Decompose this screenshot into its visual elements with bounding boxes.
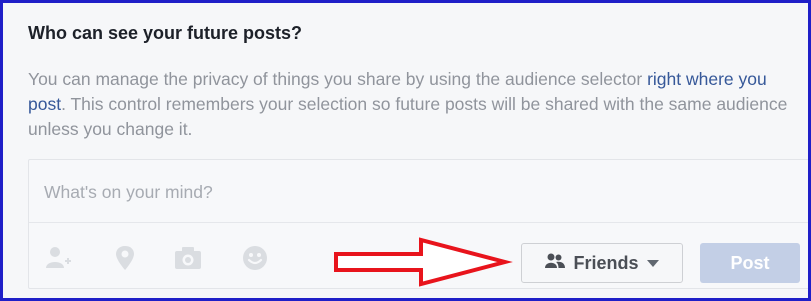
annotation-arrow-icon: [334, 237, 513, 287]
audience-selector-button[interactable]: Friends: [521, 243, 683, 283]
chevron-down-icon: [646, 259, 659, 267]
description-text-1: You can manage the privacy of things you…: [28, 69, 648, 89]
tag-friends-icon[interactable]: [43, 242, 75, 274]
composer-divider: [29, 222, 808, 223]
feeling-icon[interactable]: [239, 242, 271, 274]
section-title: Who can see your future posts?: [28, 23, 303, 43]
section-description: You can manage the privacy of things you…: [28, 67, 808, 142]
privacy-settings-panel: Who can see your future posts? You can m…: [0, 0, 811, 301]
status-input[interactable]: What's on your mind?: [44, 182, 213, 203]
camera-icon[interactable]: [172, 242, 204, 274]
description-text-2: . This control remembers your selection …: [28, 94, 788, 139]
location-icon[interactable]: [109, 242, 141, 274]
audience-label: Friends: [573, 252, 639, 273]
friends-icon: [545, 253, 566, 274]
post-button[interactable]: Post: [700, 243, 800, 283]
